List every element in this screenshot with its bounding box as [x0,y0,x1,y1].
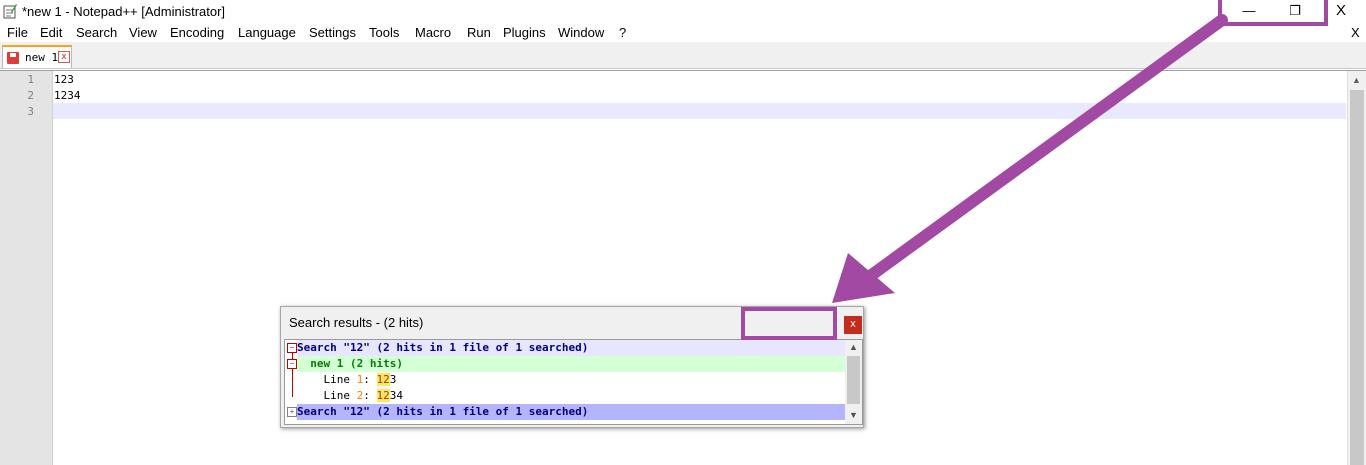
search-panel-close-button[interactable]: x [844,316,862,334]
current-line-highlight [53,103,1346,119]
hit-match: 12 [376,373,390,386]
scroll-up-arrow-icon[interactable]: ▲ [849,342,858,352]
editor-vertical-scrollbar[interactable]: ▲ [1347,71,1366,465]
hit-row[interactable]: Line 1: 123 [297,372,846,388]
results-scrollbar-thumb[interactable] [847,356,860,404]
annotation-highlight-box [1218,0,1328,26]
menu-language[interactable]: Language [238,25,296,40]
menu-help[interactable]: ? [619,25,626,40]
scroll-down-arrow-icon[interactable]: ▼ [849,410,858,420]
notepad-app-icon [3,4,17,19]
hit-row[interactable]: Line 2: 1234 [297,388,846,404]
results-vertical-scrollbar[interactable]: ▲ ▼ [845,340,862,424]
search-results-title: Search results - (2 hits) [289,315,424,330]
menu-plugins[interactable]: Plugins [503,25,546,40]
scrollbar-thumb[interactable] [1350,90,1364,465]
tab-close-icon[interactable]: x [58,51,70,63]
search-results-tree[interactable]: − − + Search "12" (2 hits in 1 file of 1… [284,339,863,425]
expand-icon[interactable]: + [287,407,297,417]
hit-match: 12 [376,389,390,402]
unsaved-file-icon [7,52,19,64]
annotation-highlight-box [741,307,837,340]
menu-file[interactable]: File [7,25,28,40]
menu-run[interactable]: Run [467,25,491,40]
line-number: 2 [27,89,34,102]
search-header-row[interactable]: Search "12" (2 hits in 1 file of 1 searc… [297,340,846,356]
hit-line-label: Line [323,373,357,386]
hit-separator: : [363,373,377,386]
hit-rest: 3 [389,373,397,386]
window-title: *new 1 - Notepad++ [Administrator] [22,4,226,19]
menu-edit[interactable]: Edit [40,25,62,40]
collapse-icon[interactable]: − [287,343,297,353]
hit-line-label: Line [323,389,357,402]
code-line[interactable]: 1234 [54,89,81,102]
menu-macro[interactable]: Macro [415,25,451,40]
fold-line [292,369,293,397]
collapse-icon[interactable]: − [287,359,297,369]
menu-search[interactable]: Search [76,25,117,40]
tab-bar: new 1 x [0,42,1366,69]
tab-label: new 1 [25,51,59,64]
hit-separator: : [363,389,377,402]
line-number: 3 [27,105,34,118]
menu-window[interactable]: Window [558,25,604,40]
menu-bar: File Edit Search View Encoding Language … [0,22,1366,42]
file-result-label: new 1 (2 hits) [310,357,403,370]
tab-new-1[interactable]: new 1 x [2,45,72,68]
code-line[interactable]: 123 [54,73,74,86]
search-header-row-selected[interactable]: Search "12" (2 hits in 1 file of 1 searc… [297,404,846,420]
fold-line [292,353,293,359]
line-number-gutter: 1 2 3 [0,71,53,465]
close-document-button[interactable]: X [1351,25,1360,40]
title-bar: *new 1 - Notepad++ [Administrator] — ❐ X [0,0,1366,22]
scroll-up-arrow-icon[interactable]: ▲ [1352,75,1361,85]
menu-settings[interactable]: Settings [309,25,356,40]
file-result-row[interactable]: new 1 (2 hits) [297,356,846,372]
menu-view[interactable]: View [129,25,157,40]
hit-rest: 34 [389,389,403,402]
line-number: 1 [27,73,34,86]
menu-encoding[interactable]: Encoding [170,25,224,40]
menu-tools[interactable]: Tools [369,25,399,40]
